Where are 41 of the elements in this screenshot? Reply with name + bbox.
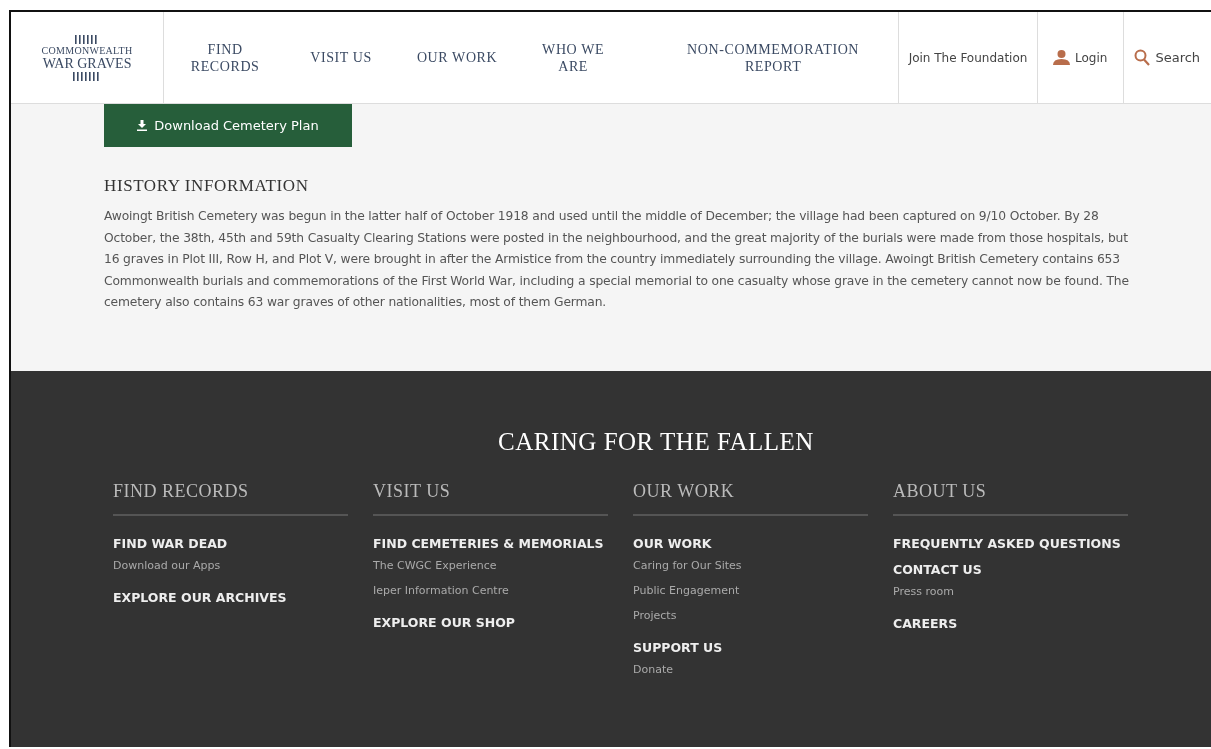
footer-link[interactable]: EXPLORE OUR ARCHIVES — [113, 590, 287, 605]
login-link[interactable]: Login — [1036, 12, 1123, 103]
column-heading: OUR WORK — [633, 481, 868, 516]
bars-icon — [73, 71, 102, 81]
user-icon — [1053, 50, 1071, 65]
footer-title: CARING FOR THE FALLEN — [497, 428, 815, 456]
logo[interactable]: COMMONWEALTH WAR GRAVES — [11, 12, 165, 103]
nav-link[interactable]: VISIT US — [286, 49, 397, 66]
column-heading: FIND RECORDS — [113, 481, 348, 516]
footer-link[interactable]: The CWGC Experience — [373, 559, 497, 572]
footer-link[interactable]: CAREERS — [893, 616, 958, 631]
footer-link[interactable]: OUR WORK — [633, 536, 712, 551]
footer-link[interactable]: Ieper Information Centre — [373, 584, 509, 597]
footer-link[interactable]: Press room — [893, 585, 954, 598]
download-button[interactable]: Download Cemetery Plan — [104, 104, 352, 147]
footer-link[interactable]: SUPPORT US — [633, 640, 723, 655]
footer-link[interactable]: Donate — [633, 663, 673, 676]
nav-link[interactable]: WHO WE ARE — [518, 40, 629, 75]
nav-link[interactable]: FIND RECORDS — [170, 40, 281, 75]
download-icon — [137, 120, 148, 131]
footer-link[interactable]: Public Engagement — [633, 584, 740, 597]
join-link[interactable]: Join The Foundation — [898, 12, 1037, 103]
nav-link[interactable]: NON-COMMEMORATION REPORT — [648, 40, 899, 75]
footer-link[interactable]: FIND CEMETERIES & MEMORIALS — [373, 536, 604, 551]
login-label: Login — [1075, 50, 1108, 65]
column-heading: VISIT US — [373, 481, 608, 516]
section-heading: HISTORY INFORMATION — [104, 176, 310, 196]
nav-link[interactable]: OUR WORK — [402, 49, 513, 66]
footer-link[interactable]: Caring for Our Sites — [633, 559, 742, 572]
search-label: Search — [1155, 50, 1201, 65]
column-heading: ABOUT US — [893, 481, 1128, 516]
footer-link[interactable]: FIND WAR DEAD — [113, 536, 228, 551]
bars-icon — [75, 34, 100, 44]
footer-link[interactable]: FREQUENTLY ASKED QUESTIONS — [893, 536, 1121, 551]
search-link[interactable]: Search — [1122, 12, 1211, 103]
search-icon — [1134, 49, 1151, 66]
history-text: Awoingt British Cemetery was begun in the latter half of October 1918 and used until the middle of December; the village had been captured on 9/10 October. By 28 October, the 38th, 45th and 59th Casualty Clearing Stations were posted in the neighbourhood, and the great majority of the burials were made from those hospitals, but 16 graves in Plot III, Row H, and Plot V, were brought in after the Armistice from the country immediately surrounding the village. Awoingt British Cemetery contains 653 Commonwealth burials and commemorations of the First World War, including a special memorial to one casualty whose grave in the cemetery cannot now be found. The cemetery also contains 63 war graves of other nationalities, most of them German. — [104, 208, 1130, 311]
footer-link[interactable]: EXPLORE OUR SHOP — [373, 615, 515, 630]
footer-link[interactable]: CONTACT US — [893, 562, 982, 577]
footer-link[interactable]: Projects — [633, 609, 677, 622]
footer-link[interactable]: Download our Apps — [113, 559, 221, 572]
